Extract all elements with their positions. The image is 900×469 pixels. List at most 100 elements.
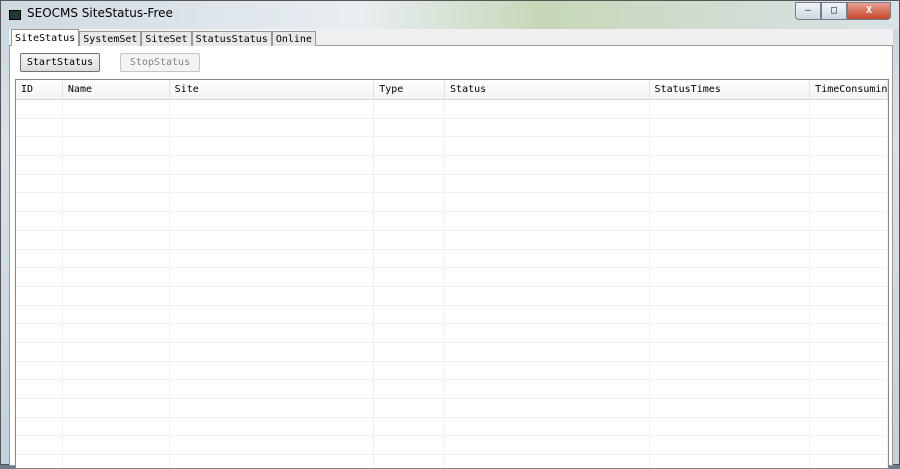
tab-panel-sitestatus: StartStatus StopStatus ID Name Site Type Sta…	[9, 45, 893, 469]
stop-status-button[interactable]: StopStatus	[120, 53, 200, 72]
table-cell	[170, 305, 375, 324]
tab-statusstatus[interactable]: StatusStatus	[191, 31, 272, 46]
table-row	[16, 436, 888, 456]
table-cell	[650, 137, 811, 156]
table-cell	[810, 156, 888, 174]
column-header-name[interactable]: Name	[63, 80, 170, 99]
table-cell	[16, 399, 63, 417]
table-cell	[650, 324, 811, 342]
table-cell	[16, 380, 63, 398]
table-cell	[650, 174, 811, 193]
table-cell	[650, 305, 811, 324]
tab-online[interactable]: Online	[271, 31, 316, 46]
table-cell	[810, 436, 888, 455]
start-status-button[interactable]: StartStatus	[20, 53, 100, 72]
column-header-statustimes[interactable]: StatusTimes	[650, 80, 811, 99]
status-table[interactable]: ID Name Site Type Status StatusTimes TimeConsu…	[15, 79, 889, 469]
table-cell	[170, 361, 375, 380]
table-cell	[16, 193, 63, 212]
table-cell	[170, 417, 375, 436]
table-cell	[16, 361, 63, 380]
table-cell	[170, 193, 375, 212]
tab-siteset[interactable]: SiteSet	[141, 31, 192, 46]
column-header-site[interactable]: Site	[170, 80, 375, 99]
table-cell	[170, 118, 375, 137]
table-cell	[63, 100, 170, 118]
table-cell	[810, 174, 888, 193]
table-row	[16, 361, 888, 381]
table-cell	[63, 156, 170, 174]
table-cell	[63, 286, 170, 305]
table-cell	[445, 249, 650, 268]
column-header-id[interactable]: ID	[16, 80, 63, 99]
table-cell	[16, 286, 63, 305]
tab-sitestatus[interactable]: SiteStatus	[11, 29, 80, 46]
table-cell	[16, 230, 63, 249]
table-cell	[650, 212, 811, 230]
column-header-timeconsuming[interactable]: TimeConsuming	[810, 80, 888, 99]
table-cell	[445, 193, 650, 212]
table-cell	[650, 156, 811, 174]
table-cell	[445, 100, 650, 118]
table-cell	[16, 100, 63, 118]
app-window: SEOCMS SiteStatus-Free — □ X StartStatus…	[0, 0, 900, 469]
table-cell	[374, 286, 446, 305]
table-cell	[650, 118, 811, 137]
column-header-status[interactable]: Status	[445, 80, 650, 99]
table-cell	[170, 268, 375, 286]
table-row	[16, 249, 888, 269]
table-cell	[445, 230, 650, 249]
tab-systemset[interactable]: SystemSet	[79, 31, 142, 46]
table-cell	[63, 268, 170, 286]
table-cell	[16, 417, 63, 436]
column-header-type[interactable]: Type	[374, 80, 446, 99]
table-cell	[650, 361, 811, 380]
table-row	[16, 286, 888, 306]
table-row	[16, 174, 888, 194]
close-button[interactable]: X	[847, 2, 891, 20]
table-cell	[63, 305, 170, 324]
table-cell	[650, 380, 811, 398]
table-header: ID Name Site Type Status StatusTimes TimeConsu…	[16, 80, 888, 100]
table-cell	[16, 118, 63, 137]
table-cell	[16, 342, 63, 361]
table-cell	[810, 455, 888, 468]
table-cell	[374, 100, 446, 118]
table-row	[16, 324, 888, 343]
table-cell	[374, 249, 446, 268]
table-cell	[170, 286, 375, 305]
table-cell	[170, 436, 375, 455]
table-cell	[16, 305, 63, 324]
table-cell	[374, 118, 446, 137]
app-icon	[9, 10, 21, 20]
table-cell	[374, 324, 446, 342]
table-cell	[445, 436, 650, 455]
table-row	[16, 156, 888, 175]
table-cell	[445, 118, 650, 137]
table-cell	[810, 193, 888, 212]
table-cell	[810, 137, 888, 156]
table-cell	[63, 436, 170, 455]
table-cell	[63, 399, 170, 417]
table-cell	[63, 230, 170, 249]
table-cell	[170, 249, 375, 268]
table-cell	[445, 137, 650, 156]
table-cell	[810, 230, 888, 249]
table-cell	[445, 305, 650, 324]
client-area: StartStatus StopStatus ID Name Site Type Sta…	[9, 29, 893, 469]
table-cell	[810, 399, 888, 417]
table-cell	[650, 230, 811, 249]
table-cell	[445, 361, 650, 380]
minimize-button[interactable]: —	[795, 2, 821, 20]
title-bar[interactable]: SEOCMS SiteStatus-Free — □ X	[1, 1, 899, 29]
table-cell	[374, 230, 446, 249]
table-cell	[374, 417, 446, 436]
table-cell	[650, 399, 811, 417]
table-cell	[63, 455, 170, 468]
table-cell	[445, 286, 650, 305]
table-row	[16, 305, 888, 325]
maximize-button[interactable]: □	[821, 2, 847, 20]
table-row	[16, 118, 888, 138]
table-row	[16, 268, 888, 287]
tab-bar: SiteStatus SystemSet SiteSet StatusStatu…	[11, 29, 316, 46]
